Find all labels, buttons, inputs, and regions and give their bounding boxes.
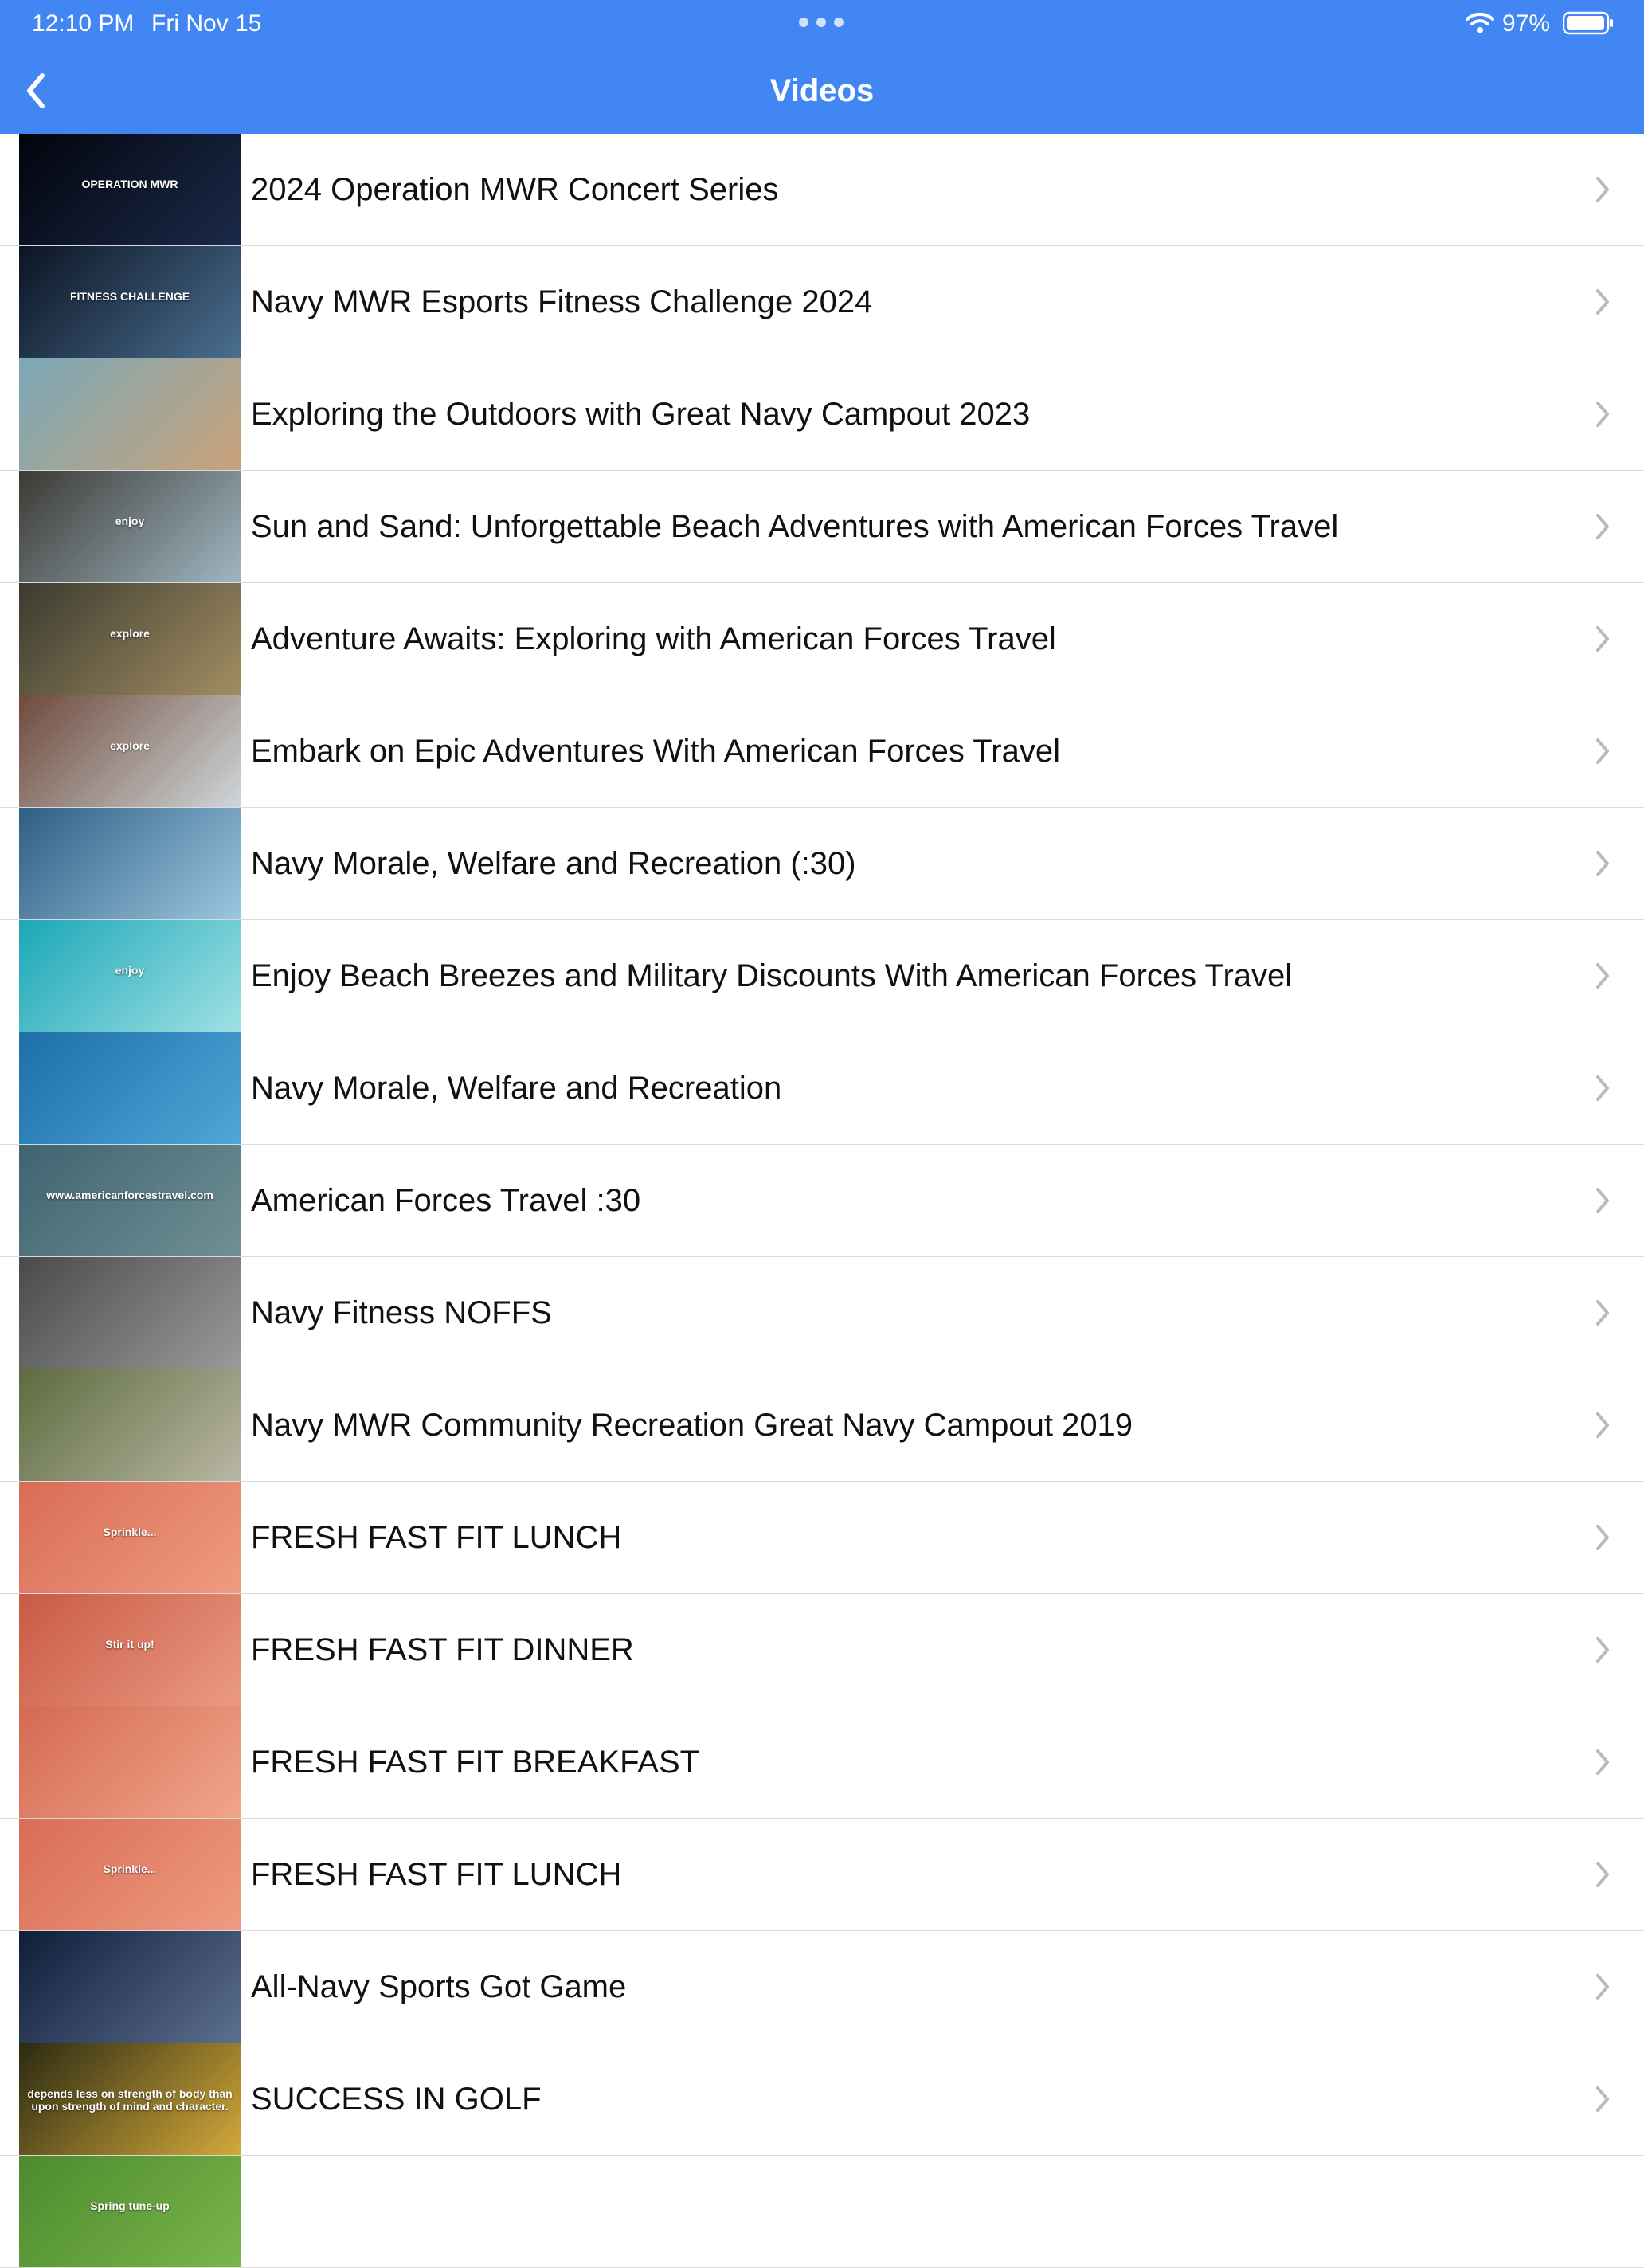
video-list-item[interactable]: Spring tune-up [0,2156,1644,2268]
thumbnail-caption: OPERATION MWR [81,178,178,190]
video-list-item[interactable]: enjoy Sun and Sand: Unforgettable Beach A… [0,471,1644,583]
chevron-right-icon [1596,1637,1609,1663]
video-title: Enjoy Beach Breezes and Military Discoun… [251,958,1293,993]
status-time: 12:10 PM [32,10,135,37]
chevron-right-icon [1596,1300,1609,1326]
video-title: Adventure Awaits: Exploring with America… [251,621,1056,656]
video-title: FRESH FAST FIT DINNER [251,1632,634,1667]
thumbnail-caption: enjoy [115,515,145,527]
video-thumbnail: depends less on strength of body than up… [19,2043,241,2155]
video-title: Navy Morale, Welfare and Recreation (:30… [251,846,856,881]
video-title: All-Navy Sports Got Game [251,1969,627,2004]
video-list: OPERATION MWR 2024 Operation MWR Concert … [0,134,1644,2268]
chevron-right-icon [1596,738,1609,764]
chevron-right-icon [1596,1974,1609,2000]
video-list-item[interactable]: FRESH FAST FIT BREAKFAST [0,1706,1644,1819]
video-list-item[interactable]: Navy Fitness NOFFS [0,1257,1644,1369]
video-thumbnail [19,358,241,470]
thumbnail-caption: enjoy [115,964,145,977]
video-title: Embark on Epic Adventures With American … [251,734,1060,769]
battery-percentage: 97% [1502,10,1551,37]
chevron-right-icon [1596,626,1609,652]
video-thumbnail: Stir it up! [19,1594,241,1706]
video-title: FRESH FAST FIT LUNCH [251,1520,622,1555]
chevron-right-icon [1596,1188,1609,1213]
video-list-item[interactable]: Sprinkle... FRESH FAST FIT LUNCH [0,1819,1644,1931]
chevron-right-icon [1596,289,1609,315]
video-thumbnail [19,1369,241,1481]
video-list-item[interactable]: enjoy Enjoy Beach Breezes and Military Di… [0,920,1644,1032]
video-title: Navy MWR Esports Fitness Challenge 2024 [251,284,873,319]
multitasking-dots-icon[interactable] [799,18,844,29]
video-thumbnail: OPERATION MWR [19,134,241,245]
video-list-item[interactable]: Exploring the Outdoors with Great Navy C… [0,358,1644,471]
video-list-item[interactable]: explore Embark on Epic Adventures With Am… [0,695,1644,808]
video-thumbnail [19,1032,241,1144]
video-thumbnail [19,808,241,919]
chevron-right-icon [1596,177,1609,202]
thumbnail-caption: FITNESS CHALLENGE [69,290,190,303]
video-title: Navy MWR Community Recreation Great Navy… [251,1408,1133,1443]
thumbnail-caption: depends less on strength of body than up… [27,2087,233,2113]
video-title: FRESH FAST FIT BREAKFAST [251,1745,700,1780]
video-title: FRESH FAST FIT LUNCH [251,1857,622,1892]
video-title: 2024 Operation MWR Concert Series [251,172,779,207]
navigation-header: 12:10 PM Fri Nov 15 97% Videos [0,0,1644,134]
thumbnail-caption: explore [110,627,150,640]
chevron-right-icon [1596,1075,1609,1101]
chevron-right-icon [1596,402,1609,427]
video-list-item[interactable]: All-Navy Sports Got Game [0,1931,1644,2043]
video-thumbnail: enjoy [19,920,241,1032]
video-thumbnail: enjoy [19,471,241,582]
chevron-right-icon [1596,1412,1609,1438]
chevron-right-icon [1596,1862,1609,1887]
video-thumbnail: Spring tune-up [19,2156,241,2267]
video-thumbnail: explore [19,695,241,807]
video-thumbnail [19,1706,241,1818]
page-title: Videos [769,73,875,108]
video-title: SUCCESS IN GOLF [251,2082,542,2117]
video-thumbnail: explore [19,583,241,695]
video-list-item[interactable]: OPERATION MWR 2024 Operation MWR Concert … [0,134,1644,246]
wifi-icon [1466,12,1494,33]
video-list-item[interactable]: Stir it up! FRESH FAST FIT DINNER [0,1594,1644,1706]
chevron-right-icon [1596,2086,1609,2112]
video-list-item[interactable]: depends less on strength of body than up… [0,2043,1644,2156]
video-thumbnail [19,1931,241,2043]
video-list-item[interactable]: Navy Morale, Welfare and Recreation [0,1032,1644,1145]
status-date: Fri Nov 15 [151,10,262,37]
video-list-item[interactable]: explore Adventure Awaits: Exploring with … [0,583,1644,695]
video-thumbnail: www.americanforcestravel.com [19,1145,241,1256]
thumbnail-caption: Spring tune-up [90,2199,170,2212]
video-title: Sun and Sand: Unforgettable Beach Advent… [251,509,1339,544]
video-thumbnail: FITNESS CHALLENGE [19,246,241,358]
chevron-right-icon [1596,514,1609,539]
thumbnail-caption: Stir it up! [105,1638,155,1651]
video-list-item[interactable]: Sprinkle... FRESH FAST FIT LUNCH [0,1482,1644,1594]
thumbnail-caption: Sprinkle... [103,1863,157,1875]
chevron-right-icon [1596,1525,1609,1550]
video-title: Exploring the Outdoors with Great Navy C… [251,397,1031,432]
chevron-right-icon [1596,1749,1609,1775]
video-title: Navy Fitness NOFFS [251,1295,552,1330]
video-thumbnail: Sprinkle... [19,1482,241,1593]
video-title: Navy Morale, Welfare and Recreation [251,1071,782,1106]
video-title: American Forces Travel :30 [251,1183,641,1218]
video-list-item[interactable]: FITNESS CHALLENGE Navy MWR Esports Fitnes… [0,246,1644,358]
video-list-item[interactable]: Navy Morale, Welfare and Recreation (:30… [0,808,1644,920]
video-thumbnail [19,1257,241,1369]
thumbnail-caption: www.americanforcestravel.com [46,1189,213,1201]
chevron-right-icon [1596,963,1609,989]
thumbnail-caption: Sprinkle... [103,1526,157,1538]
video-thumbnail: Sprinkle... [19,1819,241,1930]
chevron-right-icon [1596,851,1609,876]
thumbnail-caption: explore [110,739,150,752]
video-list-item[interactable]: Navy MWR Community Recreation Great Navy… [0,1369,1644,1482]
battery-icon [1563,11,1613,35]
video-list-item[interactable]: www.americanforcestravel.com American For… [0,1145,1644,1257]
